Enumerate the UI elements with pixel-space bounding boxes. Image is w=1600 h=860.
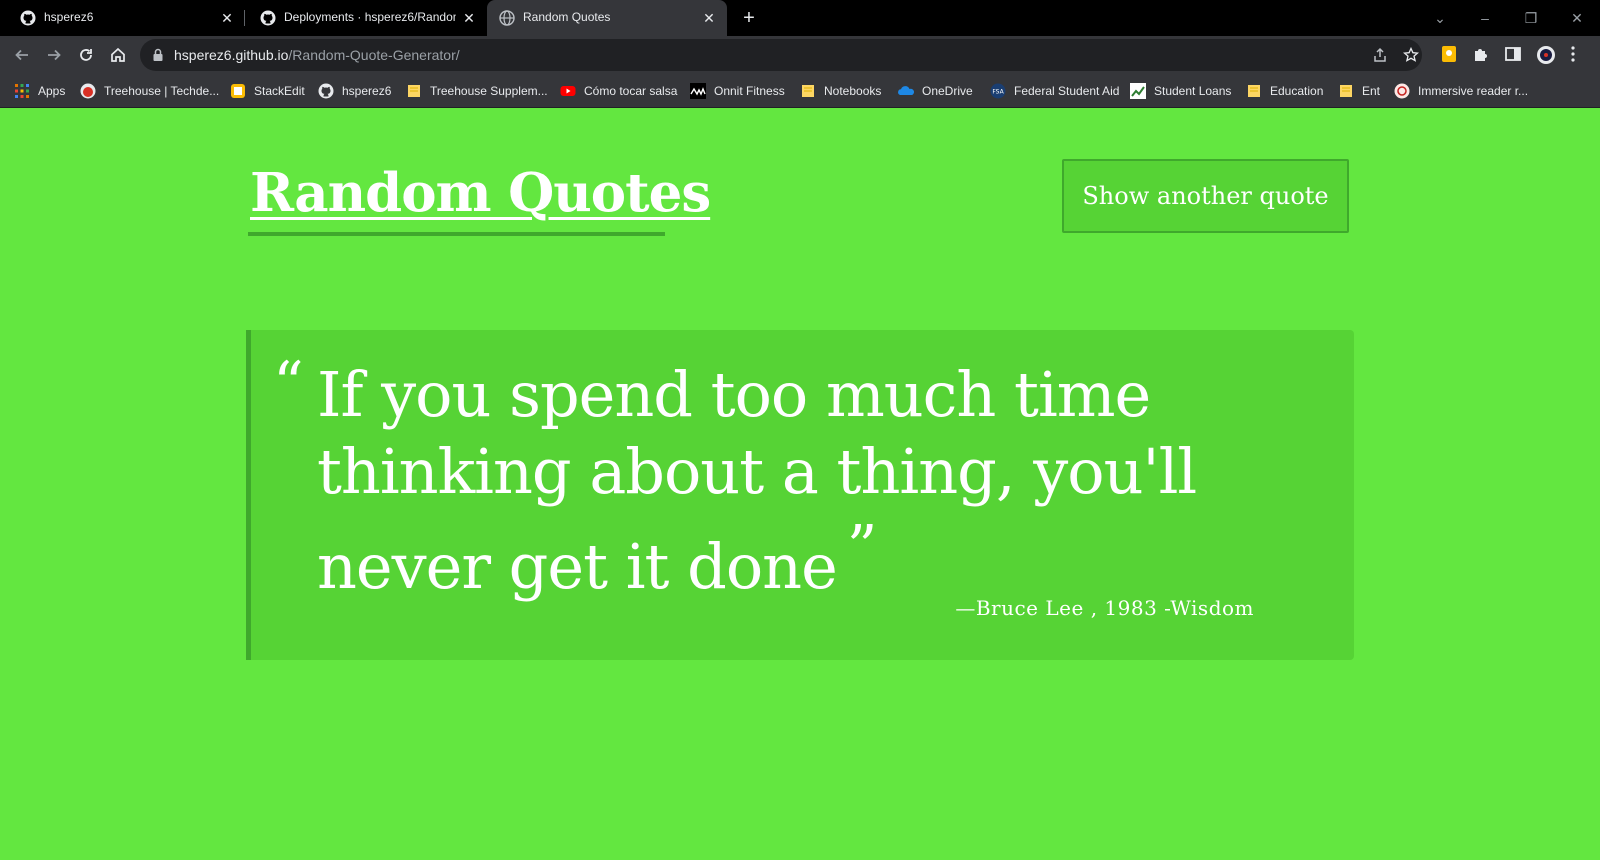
new-tab-button[interactable]: + xyxy=(738,7,760,29)
close-window-button[interactable]: ✕ xyxy=(1562,6,1592,30)
onedrive-icon xyxy=(898,86,914,95)
close-quote-mark: ” xyxy=(846,513,878,583)
tab-strip: hsperez6 ✕ Deployments · hsperez6/Random… xyxy=(0,0,1600,36)
youtube-icon xyxy=(560,86,576,96)
kebab-menu-icon xyxy=(1571,46,1575,62)
quote-box: “ If you spend too much time thinking ab… xyxy=(246,330,1354,660)
github-icon xyxy=(318,83,334,99)
back-arrow-icon xyxy=(15,49,28,61)
github-icon xyxy=(260,10,276,26)
keep-extension-icon[interactable] xyxy=(1440,45,1460,65)
bookmark-immersive-reader[interactable]: Immersive reader r... xyxy=(1394,83,1528,99)
folder-icon xyxy=(1248,85,1260,97)
url-host: hsperez6.github.io xyxy=(174,47,289,63)
side-panel-icon xyxy=(1505,47,1521,61)
apps-grid-icon xyxy=(15,84,29,98)
tab-title: hsperez6 xyxy=(44,10,94,24)
bookmark-label: Onnit Fitness xyxy=(714,84,785,98)
globe-icon xyxy=(499,10,515,26)
forward-arrow-icon xyxy=(48,49,61,61)
menu-button[interactable] xyxy=(1570,45,1580,65)
side-panel-button[interactable] xyxy=(1504,45,1524,65)
immersive-reader-icon xyxy=(1394,83,1410,99)
extensions-button[interactable] xyxy=(1472,45,1492,65)
tab-divider xyxy=(244,10,245,26)
close-icon[interactable]: ✕ xyxy=(460,9,478,27)
onnit-icon xyxy=(690,83,706,99)
folder-icon xyxy=(408,85,420,97)
bookmark-treehouse-supplemental[interactable]: Treehouse Supplem... xyxy=(406,83,548,99)
bookmark-label: Treehouse | Techde... xyxy=(104,84,220,98)
puzzle-icon xyxy=(1475,49,1487,61)
page-title: Random Quotes xyxy=(250,162,711,224)
tab-title: Random Quotes xyxy=(523,10,611,24)
open-quote-mark: “ xyxy=(273,349,304,419)
page-content: Random Quotes Show another quote “ If yo… xyxy=(0,108,1600,860)
home-button[interactable] xyxy=(104,41,132,69)
tab-title: Deployments · hsperez6/Random-Quote-Gene… xyxy=(284,10,456,24)
bookmark-ent[interactable]: Ent xyxy=(1338,83,1380,99)
bookmarks-bar: Apps Treehouse | Techde... StackEdit hsp… xyxy=(0,74,1600,108)
bookmark-label: Federal Student Aid xyxy=(1014,84,1120,98)
close-icon[interactable]: ✕ xyxy=(218,9,236,27)
bookmark-hsperez6[interactable]: hsperez6 xyxy=(318,83,391,99)
quote-text-block: If you spend too much time thinking abou… xyxy=(317,356,1327,605)
home-icon xyxy=(111,47,125,62)
bookmark-como-tocar-salsa[interactable]: Cómo tocar salsa xyxy=(560,83,677,99)
avatar-icon xyxy=(1537,46,1555,64)
tab-search-icon[interactable]: ⌄ xyxy=(1425,6,1455,30)
bookmark-label: Apps xyxy=(38,84,66,98)
treehouse-icon xyxy=(80,83,96,99)
address-bar[interactable]: hsperez6.github.io/Random-Quote-Generato… xyxy=(140,39,1422,71)
url-path: /Random-Quote-Generator/ xyxy=(288,47,460,63)
folder-icon xyxy=(802,85,814,97)
bookmark-education[interactable]: Education xyxy=(1246,83,1323,99)
bookmark-label: hsperez6 xyxy=(342,84,392,98)
back-button[interactable] xyxy=(8,41,36,69)
title-underline xyxy=(248,232,665,236)
lock-icon[interactable] xyxy=(152,48,164,62)
tab-deployments[interactable]: Deployments · hsperez6/Random-Quote-Gene… xyxy=(246,0,486,36)
bookmark-label: StackEdit xyxy=(254,84,305,98)
folder-icon xyxy=(1340,85,1352,97)
bookmark-stackedit[interactable]: StackEdit xyxy=(230,83,305,99)
bookmark-student-loans[interactable]: Student Loans xyxy=(1130,83,1231,99)
tab-random-quotes[interactable]: Random Quotes ✕ xyxy=(487,0,727,36)
bookmark-label: Notebooks xyxy=(824,84,882,98)
svg-text:FSA: FSA xyxy=(992,89,1004,96)
bookmark-label: Education xyxy=(1270,84,1324,98)
bookmark-onedrive[interactable]: OneDrive xyxy=(898,83,973,99)
keep-icon xyxy=(1442,46,1456,62)
reload-button[interactable] xyxy=(72,41,100,69)
minimize-button[interactable]: – xyxy=(1470,6,1500,30)
bookmark-label: Treehouse Supplem... xyxy=(430,84,548,98)
bookmark-label: Student Loans xyxy=(1154,84,1232,98)
student-loans-icon xyxy=(1130,83,1146,99)
close-icon[interactable]: ✕ xyxy=(700,9,718,27)
bookmark-label: Ent xyxy=(1362,84,1381,98)
reload-icon xyxy=(80,49,92,61)
bookmark-notebooks[interactable]: Notebooks xyxy=(800,83,881,99)
tab-hsperez6[interactable]: hsperez6 ✕ xyxy=(0,0,240,36)
bookmark-label: Immersive reader r... xyxy=(1418,84,1529,98)
share-icon[interactable] xyxy=(1372,47,1388,63)
bookmark-label: Cómo tocar salsa xyxy=(584,84,678,98)
star-icon[interactable] xyxy=(1403,47,1419,63)
stackedit-icon xyxy=(231,84,245,98)
show-another-quote-button[interactable]: Show another quote xyxy=(1062,159,1349,233)
quote-attribution: —Bruce Lee , 1983 -Wisdom xyxy=(955,596,1254,620)
bookmark-onnit-fitness[interactable]: Onnit Fitness xyxy=(690,83,785,99)
bookmark-label: OneDrive xyxy=(922,84,973,98)
bookmark-apps[interactable]: Apps xyxy=(14,83,65,99)
forward-button[interactable] xyxy=(40,41,68,69)
quote-text: If you spend too much time thinking abou… xyxy=(317,358,1197,603)
profile-avatar[interactable] xyxy=(1536,45,1556,65)
browser-toolbar: hsperez6.github.io/Random-Quote-Generato… xyxy=(0,36,1600,74)
github-icon xyxy=(20,10,36,26)
bookmark-treehouse[interactable]: Treehouse | Techde... xyxy=(80,83,219,99)
fsa-icon: FSA xyxy=(990,83,1006,99)
bookmark-federal-student-aid[interactable]: FSA Federal Student Aid xyxy=(990,83,1119,99)
restore-button[interactable]: ❐ xyxy=(1516,6,1546,30)
url-text[interactable]: hsperez6.github.io/Random-Quote-Generato… xyxy=(174,47,460,63)
